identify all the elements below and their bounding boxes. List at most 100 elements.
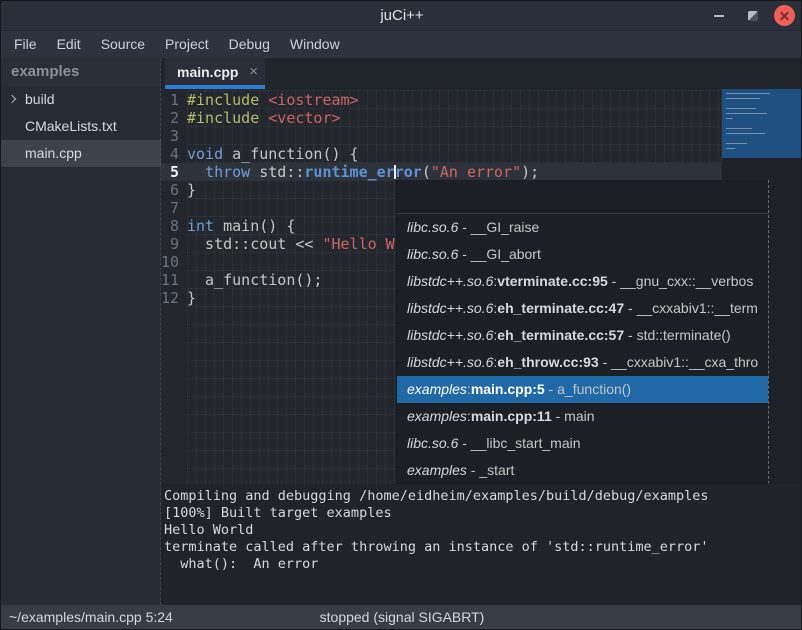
code-line: 2#include <vector> bbox=[161, 109, 802, 127]
code-token: "An error" bbox=[431, 163, 521, 181]
status-file-location: ~/examples/main.cpp 5:24 bbox=[9, 605, 173, 630]
code-token: a_function(); bbox=[187, 271, 322, 289]
backtrace-token: eh_terminate.cc:57 bbox=[497, 327, 624, 343]
code-text: std::cout << "Hello W bbox=[187, 235, 395, 253]
minimap[interactable] bbox=[722, 89, 801, 158]
backtrace-item[interactable]: libstdc++.so.6:eh_terminate.cc:57 - std:… bbox=[397, 322, 768, 349]
backtrace-item[interactable]: libc.so.6 - __GI_abort bbox=[397, 241, 768, 268]
backtrace-item[interactable]: libstdc++.so.6:eh_terminate.cc:47 - __cx… bbox=[397, 295, 768, 322]
tab-label: main.cpp bbox=[177, 58, 238, 86]
backtrace-token: vterminate.cc:95 bbox=[497, 273, 608, 289]
backtrace-token: libstdc++.so.6 bbox=[407, 327, 493, 343]
backtrace-token: - _start bbox=[467, 462, 514, 478]
tab-bar: main.cpp × bbox=[161, 58, 802, 89]
line-number: 10 bbox=[161, 253, 185, 271]
terminal-line: what(): An error bbox=[164, 556, 802, 573]
code-token: ror bbox=[395, 163, 422, 181]
chevron-right-icon[interactable] bbox=[8, 95, 16, 103]
app-window: juCi++ FileEditSourceProjectDebugWindow … bbox=[0, 0, 802, 630]
code-token: } bbox=[187, 289, 196, 307]
backtrace-token: eh_throw.cc:93 bbox=[497, 354, 598, 370]
backtrace-item[interactable]: examples:main.cpp:11 - main bbox=[397, 403, 768, 430]
code-token: #include bbox=[187, 91, 268, 109]
code-token: std:: bbox=[250, 163, 304, 181]
line-number: 3 bbox=[161, 127, 185, 145]
backtrace-token: main.cpp:5 bbox=[471, 381, 545, 397]
restore-icon[interactable] bbox=[743, 6, 763, 26]
minimize-icon[interactable] bbox=[709, 6, 729, 26]
backtrace-item[interactable]: libstdc++.so.6:eh_throw.cc:93 - __cxxabi… bbox=[397, 349, 768, 376]
backtrace-token: - __GI_abort bbox=[458, 246, 541, 262]
code-text: a_function(); bbox=[187, 271, 322, 289]
file-tree-sidebar: examples buildCMakeLists.txtmain.cpp bbox=[1, 58, 161, 605]
backtrace-item[interactable]: libstdc++.so.6:vterminate.cc:95 - __gnu_… bbox=[397, 268, 768, 295]
sidebar-item-label: main.cpp bbox=[25, 145, 82, 161]
code-token: runtime_er bbox=[304, 163, 394, 181]
terminal-line: [100%] Built target examples bbox=[164, 505, 802, 522]
terminal-output[interactable]: Compiling and debugging /home/eidheim/ex… bbox=[161, 484, 802, 605]
backtrace-token: - __GI_raise bbox=[458, 219, 539, 235]
backtrace-token: - __cxxabiv1::__cxa_thro bbox=[599, 354, 759, 370]
code-token: int bbox=[187, 217, 214, 235]
backtrace-token: examples bbox=[407, 462, 467, 478]
backtrace-item[interactable]: examples:main.cpp:5 - a_function() bbox=[397, 376, 768, 403]
tab-main-cpp[interactable]: main.cpp × bbox=[165, 58, 265, 89]
backtrace-token: eh_terminate.cc:47 bbox=[497, 300, 624, 316]
line-number: 11 bbox=[161, 271, 185, 289]
code-token: ( bbox=[422, 163, 431, 181]
backtrace-token: examples bbox=[407, 408, 467, 424]
menu-item-window[interactable]: Window bbox=[280, 31, 350, 58]
sidebar-item-label: CMakeLists.txt bbox=[25, 118, 117, 134]
backtrace-token: - main bbox=[552, 408, 595, 424]
line-number: 2 bbox=[161, 109, 185, 127]
line-number: 4 bbox=[161, 145, 185, 163]
terminal-line: Compiling and debugging /home/eidheim/ex… bbox=[164, 488, 802, 505]
sidebar-item-cmakelists-txt[interactable]: CMakeLists.txt bbox=[1, 113, 161, 140]
backtrace-item[interactable]: libc.so.6 - __GI_raise bbox=[397, 214, 768, 241]
code-token: main() { bbox=[214, 217, 295, 235]
sidebar-item-main-cpp[interactable]: main.cpp bbox=[1, 140, 161, 167]
backtrace-token: libc.so.6 bbox=[407, 219, 458, 235]
backtrace-popup: libc.so.6 - __GI_raiselibc.so.6 - __GI_a… bbox=[396, 180, 769, 484]
menu-item-debug[interactable]: Debug bbox=[219, 31, 280, 58]
code-text: } bbox=[187, 289, 196, 307]
popup-search-entry[interactable] bbox=[397, 180, 768, 214]
status-bar: stopped (signal SIGABRT) ~/examples/main… bbox=[1, 605, 802, 630]
backtrace-token: libc.so.6 bbox=[407, 435, 458, 451]
sidebar-item-build[interactable]: build bbox=[1, 86, 161, 113]
menu-item-project[interactable]: Project bbox=[155, 31, 219, 58]
line-number: 6 bbox=[161, 181, 185, 199]
titlebar: juCi++ bbox=[1, 1, 802, 31]
code-text: void a_function() { bbox=[187, 145, 359, 163]
menu-item-source[interactable]: Source bbox=[91, 31, 155, 58]
code-token: } bbox=[187, 181, 196, 199]
backtrace-token: - __cxxabiv1::__term bbox=[624, 300, 758, 316]
backtrace-token: libstdc++.so.6 bbox=[407, 273, 493, 289]
code-token: "Hello W bbox=[322, 235, 394, 253]
terminal-line: terminate called after throwing an insta… bbox=[164, 539, 802, 556]
code-token: <iostream> bbox=[268, 91, 358, 109]
close-icon[interactable] bbox=[774, 5, 795, 26]
backtrace-item[interactable]: libc.so.6 - __libc_start_main bbox=[397, 430, 768, 457]
code-token: <vector> bbox=[268, 109, 340, 127]
menu-item-edit[interactable]: Edit bbox=[47, 31, 91, 58]
code-text: int main() { bbox=[187, 217, 295, 235]
code-token: void bbox=[187, 145, 223, 163]
menu-item-file[interactable]: File bbox=[4, 31, 47, 58]
backtrace-token: - __gnu_cxx::__verbos bbox=[608, 273, 754, 289]
line-number: 7 bbox=[161, 199, 185, 217]
code-token bbox=[187, 163, 205, 181]
tab-close-icon[interactable]: × bbox=[249, 58, 258, 86]
backtrace-token: - std::terminate() bbox=[624, 327, 731, 343]
backtrace-token: - __libc_start_main bbox=[458, 435, 580, 451]
backtrace-token: libstdc++.so.6 bbox=[407, 300, 493, 316]
backtrace-token: libc.so.6 bbox=[407, 246, 458, 262]
code-line: 4void a_function() { bbox=[161, 145, 802, 163]
backtrace-item[interactable]: examples - _start bbox=[397, 457, 768, 484]
code-text: } bbox=[187, 181, 196, 199]
code-text: throw std::runtime_error("An error"); bbox=[187, 163, 539, 181]
code-token: ); bbox=[521, 163, 539, 181]
code-line: 1#include <iostream> bbox=[161, 91, 802, 109]
code-line: 3 bbox=[161, 127, 802, 145]
sidebar-item-label: build bbox=[25, 91, 55, 107]
